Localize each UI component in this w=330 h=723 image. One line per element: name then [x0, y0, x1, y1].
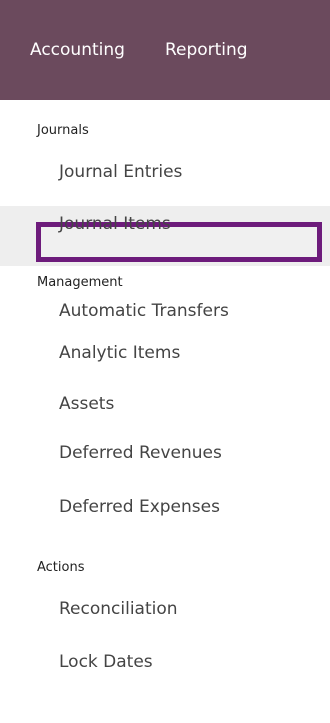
- section-header-actions: Actions: [37, 560, 85, 575]
- section-header-management: Management: [37, 275, 123, 290]
- app-page: Accounting Reporting Journals Journal En…: [0, 0, 330, 723]
- menu-item-reconciliation[interactable]: Reconciliation: [59, 601, 178, 618]
- menu-item-lock-dates[interactable]: Lock Dates: [59, 654, 153, 671]
- menu-item-deferred-revenues[interactable]: Deferred Revenues: [59, 445, 222, 462]
- menu-item-deferred-expenses[interactable]: Deferred Expenses: [59, 499, 220, 516]
- nav-accounting[interactable]: Accounting: [30, 41, 125, 59]
- top-navbar: Accounting Reporting: [0, 0, 330, 100]
- menu-item-analytic-items[interactable]: Analytic Items: [59, 345, 180, 362]
- menu-item-journal-entries[interactable]: Journal Entries: [59, 164, 182, 181]
- menu-item-automatic-transfers[interactable]: Automatic Transfers: [59, 303, 229, 320]
- nav-reporting[interactable]: Reporting: [165, 41, 248, 59]
- section-header-journals: Journals: [37, 123, 89, 138]
- menu-item-journal-items[interactable]: Journal Items: [59, 216, 171, 233]
- menu-item-assets[interactable]: Assets: [59, 396, 114, 413]
